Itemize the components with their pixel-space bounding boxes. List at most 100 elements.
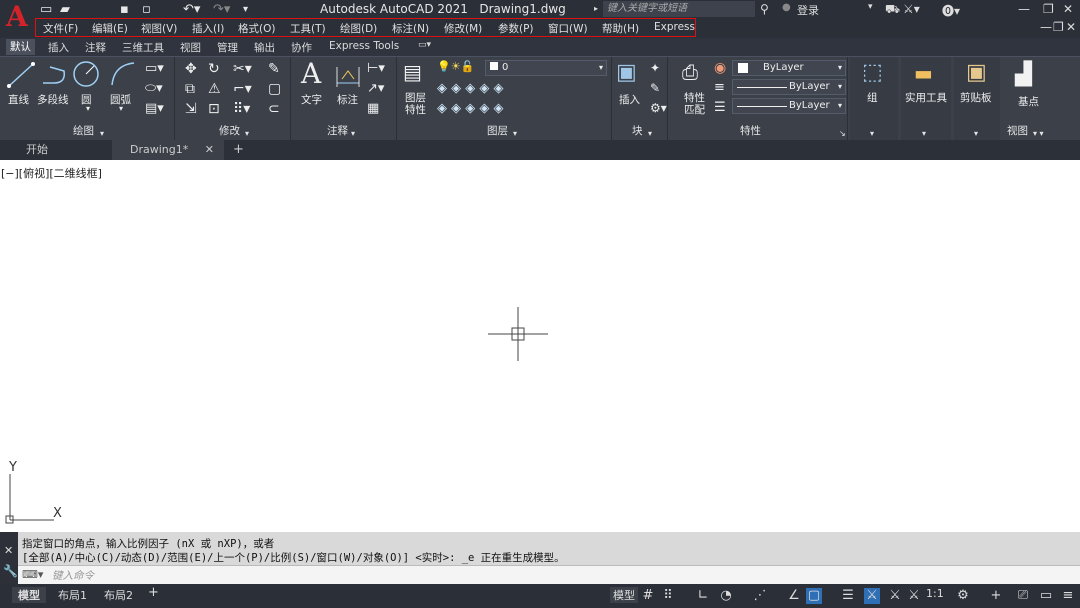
close-icon[interactable]: ✕ [1063, 2, 1073, 16]
linear-dim-icon[interactable]: ⊢▾ [367, 61, 385, 76]
lineweight-icon[interactable]: ☰ [714, 100, 726, 115]
modify-panel-expand-icon[interactable]: ▾ [245, 129, 249, 138]
line-button[interactable]: 直线 [8, 92, 29, 107]
tab-insert[interactable]: 插入 [48, 40, 69, 55]
color-dropdown[interactable]: ByLayer ▾ [732, 60, 846, 76]
edit-block-icon[interactable]: ✎ [650, 81, 660, 95]
tab-annotate[interactable]: 注释 [85, 40, 106, 55]
move-icon[interactable]: ✥ [185, 61, 197, 77]
panel-view[interactable]: ▟ 基点 视图 ▾ ▾ [1003, 57, 1080, 141]
user-icon[interactable]: ● [782, 2, 791, 13]
menu-edit[interactable]: 编辑(E) [92, 21, 128, 36]
tab-default[interactable]: 默认 [6, 39, 35, 55]
polyline-icon[interactable] [40, 61, 70, 89]
scale-icon[interactable]: ⊡ [208, 101, 220, 117]
circle-dropdown-icon[interactable]: ▾ [86, 104, 90, 113]
lineweight-dropdown[interactable]: ByLayer ▾ [732, 98, 846, 114]
menu-format[interactable]: 格式(O) [238, 21, 275, 36]
doc-minimize-icon[interactable]: — [1040, 20, 1052, 34]
search-expand-icon[interactable]: ▸ [594, 4, 598, 13]
dimension-button[interactable]: 标注 [337, 92, 358, 107]
cart-icon[interactable]: ⛟ [885, 2, 900, 18]
snap-icon[interactable]: ⠿ [660, 588, 676, 604]
menu-file[interactable]: 文件(F) [43, 21, 78, 36]
match-properties-icon[interactable]: ⎙ [682, 60, 698, 84]
menu-tools[interactable]: 工具(T) [290, 21, 326, 36]
arc-icon[interactable] [108, 59, 138, 89]
layout-tab-2[interactable]: 布局2 [104, 587, 133, 603]
fullscreen-icon[interactable]: ▭ [1038, 588, 1054, 604]
dimension-icon[interactable] [334, 61, 362, 89]
arc-dropdown-icon[interactable]: ▾ [119, 104, 123, 113]
line-icon[interactable] [6, 61, 36, 89]
login-dropdown-icon[interactable]: ▾ [868, 2, 873, 12]
new-tab-icon[interactable]: + [233, 140, 244, 160]
tab-manage[interactable]: 管理 [217, 40, 238, 55]
layer-dropdown[interactable]: 0 ▾ [485, 60, 607, 76]
rectangle-icon[interactable]: ▭▾ [145, 61, 164, 76]
model-space-button[interactable]: 模型 [610, 587, 638, 603]
tab-view[interactable]: 视图 [180, 40, 201, 55]
doc-restore-icon[interactable]: ❐ [1053, 20, 1064, 34]
viewport-controls[interactable]: [−][俯视][二维线框] [1, 165, 102, 181]
saveas-icon[interactable]: ▫ [142, 2, 151, 18]
trim-icon[interactable]: ✂▾ [233, 61, 252, 77]
annotation-visibility-icon[interactable]: ⚔ [887, 588, 903, 604]
grid-icon[interactable]: # [640, 588, 656, 604]
quick-access-menu-icon[interactable]: ▾ [243, 2, 248, 18]
stretch-icon[interactable]: ⇲ [185, 101, 197, 117]
menu-express[interactable]: Express [654, 21, 695, 33]
erase-icon[interactable]: ✎ [268, 61, 280, 77]
redo-icon[interactable]: ↷▾ [213, 2, 230, 18]
restore-icon[interactable]: ❐ [1043, 2, 1054, 16]
layout-tab-model[interactable]: 模型 [12, 587, 46, 603]
menu-insert[interactable]: 插入(I) [192, 21, 224, 36]
search-icon[interactable]: ⚲ [760, 2, 769, 16]
menu-modify[interactable]: 修改(M) [444, 21, 482, 36]
auto-scale-icon[interactable]: ⚔ [906, 588, 922, 604]
autodesk-app-icon[interactable]: ⚔▾ [903, 2, 920, 16]
fillet-icon[interactable]: ⌐▾ [233, 81, 252, 97]
linetype-icon[interactable]: ≡ [714, 80, 725, 95]
new-file-icon[interactable]: ▭ [40, 2, 52, 18]
isolate-objects-icon[interactable]: ⎚ [1015, 588, 1031, 604]
layer-tools-row2-icon[interactable]: ◈ ◈ ◈ ◈ ◈ [437, 101, 504, 116]
copy-icon[interactable]: ⧉ [185, 81, 195, 97]
osnap-tracking-icon[interactable]: ⋰ [752, 588, 768, 604]
linetype-dropdown[interactable]: ByLayer ▾ [732, 79, 846, 95]
layer-state-icons[interactable]: 💡☀🔓 [437, 60, 474, 73]
offset-icon[interactable]: ⊂ [268, 101, 280, 117]
text-button[interactable]: 文字 [301, 92, 322, 107]
layers-panel-expand-icon[interactable]: ▾ [513, 129, 517, 138]
match-properties-button[interactable]: 特性 匹配 [684, 92, 705, 116]
drawing-canvas[interactable]: [−][俯视][二维线框] Y X [0, 160, 1080, 532]
panel-group[interactable]: ⬚ 组 ▾ [850, 57, 898, 141]
menu-view[interactable]: 视图(V) [141, 21, 177, 36]
panel-utilities[interactable]: ▬ 实用工具 ▾ [901, 57, 951, 141]
lineweight-toggle-icon[interactable]: ☰ [840, 588, 856, 604]
leader-icon[interactable]: ↗▾ [367, 81, 384, 96]
add-layout-icon[interactable]: + [148, 585, 159, 600]
menu-draw[interactable]: 绘图(D) [340, 21, 377, 36]
annotation-panel-expand-icon[interactable]: ▾ [351, 129, 355, 138]
layer-tools-row1-icon[interactable]: ◈ ◈ ◈ ◈ ◈ [437, 81, 504, 96]
insert-button[interactable]: 插入 [619, 92, 640, 107]
layer-properties-icon[interactable]: ▤ [403, 60, 422, 84]
rotate-icon[interactable]: ↻ [208, 61, 220, 77]
autocad-logo-icon[interactable]: A [6, 2, 28, 32]
draw-panel-expand-icon[interactable]: ▾ [100, 129, 104, 138]
menu-dimension[interactable]: 标注(N) [392, 21, 429, 36]
search-input[interactable]: 键入关键字或短语 [603, 1, 755, 17]
tab-start[interactable]: 开始 [10, 140, 110, 160]
command-input[interactable]: ⌨▾ 键入命令 [18, 565, 1080, 584]
customization-menu-icon[interactable]: ≡ [1060, 588, 1076, 604]
minimize-icon[interactable]: — [1018, 2, 1030, 16]
object-snap-icon[interactable]: ▢ [806, 588, 822, 604]
hatch-icon[interactable]: ▤▾ [145, 101, 164, 116]
block-panel-expand-icon[interactable]: ▾ [648, 129, 652, 138]
isodraft-icon[interactable]: ∠ [786, 588, 802, 604]
properties-dialog-launcher-icon[interactable]: ↘ [839, 129, 846, 138]
create-block-icon[interactable]: ✦ [650, 61, 660, 75]
tab-collaborate[interactable]: 协作 [291, 40, 312, 55]
ellipse-icon[interactable]: ⬭▾ [145, 81, 163, 96]
